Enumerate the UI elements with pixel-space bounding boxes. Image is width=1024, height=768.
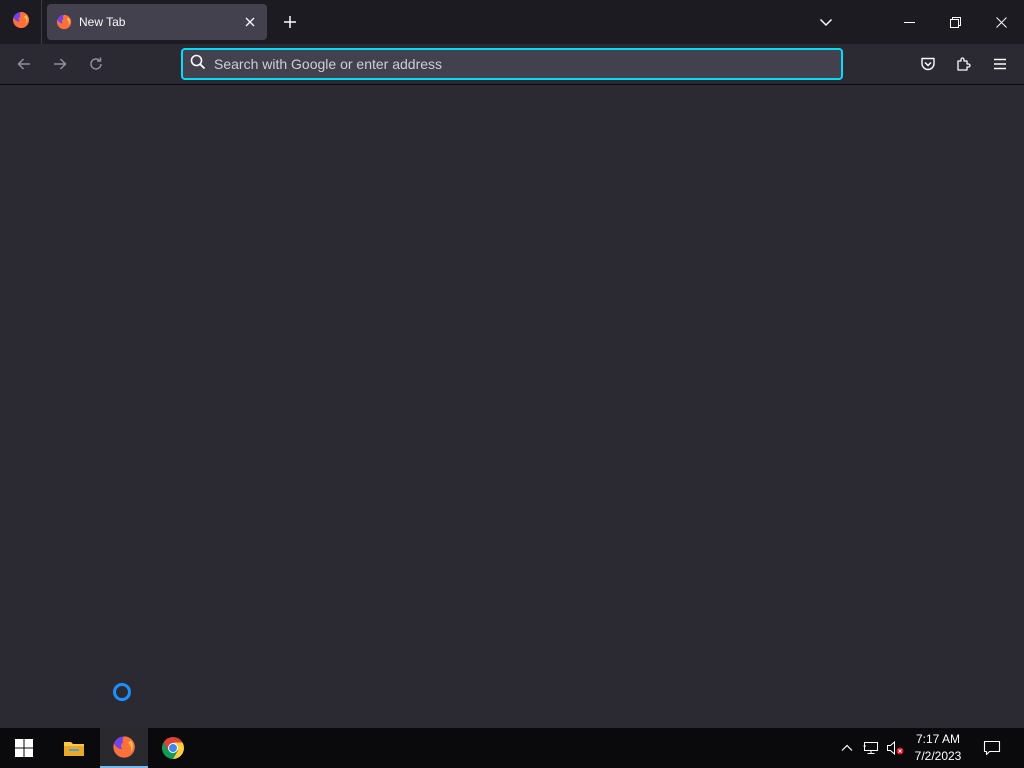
volume-button[interactable] — [884, 728, 906, 768]
network-icon — [863, 742, 878, 754]
windows-start-icon — [15, 739, 33, 757]
forward-button[interactable] — [46, 50, 74, 78]
taskbar-clock[interactable]: 7:17 AM 7/2/2023 — [906, 731, 970, 765]
reload-icon — [90, 57, 102, 70]
hamburger-menu-icon — [994, 58, 1006, 70]
chevron-up-icon — [841, 744, 853, 751]
app-menu-button[interactable] — [986, 50, 1014, 78]
firefox-logo-icon — [56, 14, 72, 30]
arrow-left-icon — [17, 58, 30, 70]
close-tab-button[interactable] — [236, 8, 264, 36]
network-button[interactable] — [860, 728, 882, 768]
action-center-button[interactable] — [978, 728, 1006, 768]
address-bar[interactable] — [181, 48, 843, 80]
close-window-button[interactable] — [978, 0, 1024, 44]
tab-new-tab[interactable]: New Tab — [47, 4, 267, 40]
taskbar-firefox[interactable] — [100, 728, 148, 768]
close-icon — [245, 17, 255, 27]
back-button[interactable] — [10, 50, 38, 78]
pocket-icon — [921, 57, 935, 71]
file-explorer-icon — [64, 742, 84, 756]
firefox-view-button[interactable] — [0, 0, 42, 44]
volume-muted-icon — [887, 740, 904, 756]
restore-icon — [949, 16, 961, 28]
loading-cursor-icon — [113, 683, 131, 701]
start-button[interactable] — [0, 728, 48, 768]
firefox-logo-icon — [12, 11, 30, 34]
puzzle-icon — [957, 57, 971, 71]
navigation-toolbar — [0, 44, 1024, 85]
reload-button[interactable] — [82, 50, 110, 78]
close-icon — [995, 16, 1007, 28]
taskbar-chrome[interactable] — [149, 728, 197, 768]
arrow-right-icon — [54, 58, 67, 70]
action-center-icon — [983, 740, 1001, 756]
url-input[interactable] — [214, 56, 841, 72]
minimize-icon — [903, 21, 915, 23]
chrome-icon — [162, 737, 184, 759]
list-all-tabs-button[interactable] — [812, 8, 840, 36]
taskbar-file-explorer[interactable] — [50, 728, 98, 768]
tab-title: New Tab — [79, 15, 126, 29]
save-to-pocket-button[interactable] — [914, 50, 942, 78]
minimize-button[interactable] — [886, 0, 932, 44]
restore-button[interactable] — [932, 0, 978, 44]
tab-strip: New Tab — [0, 0, 1024, 44]
plus-icon — [284, 16, 296, 28]
show-hidden-icons-button[interactable] — [836, 728, 858, 768]
chevron-down-icon — [819, 18, 833, 27]
extensions-button[interactable] — [950, 50, 978, 78]
page-content — [0, 85, 1024, 728]
desktop-screen: New Tab Search with Google or enter addr… — [0, 0, 1024, 768]
clock-time: 7:17 AM — [915, 732, 961, 746]
clock-date: 7/2/2023 — [914, 749, 962, 763]
firefox-icon — [113, 736, 135, 758]
new-tab-button[interactable] — [276, 8, 304, 36]
search-icon — [190, 54, 206, 75]
windows-taskbar: 7:17 AM 7/2/2023 — [0, 728, 1024, 768]
